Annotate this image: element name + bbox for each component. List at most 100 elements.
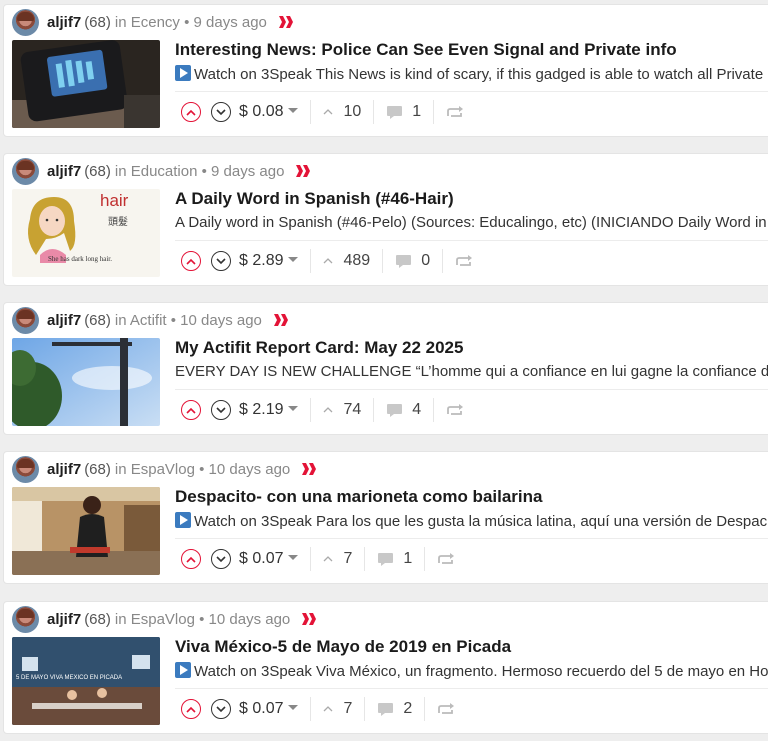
downvote-button[interactable] (211, 400, 231, 420)
reblog-icon[interactable] (437, 702, 455, 716)
comments-value: 4 (412, 401, 422, 418)
author-name[interactable]: aljif7 (47, 14, 81, 31)
post-card[interactable]: aljif7 (68) in Ecency • 9 days ago Inter… (3, 4, 768, 137)
author-reputation: (68) (84, 311, 111, 329)
community-link[interactable]: Actifit (130, 312, 167, 329)
upvote-button[interactable] (181, 549, 201, 569)
chevron-down-icon (216, 555, 226, 562)
author-name[interactable]: aljif7 (47, 312, 81, 329)
upvote-button[interactable] (181, 251, 201, 271)
avatar[interactable] (12, 455, 39, 483)
comments-value: 1 (403, 550, 413, 567)
post-summary[interactable]: Watch on 3Speak Para los que les gusta l… (175, 512, 768, 530)
author-name[interactable]: aljif7 (47, 163, 81, 180)
post-card[interactable]: aljif7 (68) in Education • 9 days ago ha… (3, 153, 768, 286)
payout-value: $ 0.07 (239, 700, 284, 717)
author-name[interactable]: aljif7 (47, 461, 81, 478)
chevron-up-icon (186, 407, 196, 414)
upvote-button[interactable] (181, 699, 201, 719)
thumb-banner: 5 DE MAYO VIVA MEXICO EN PICADA (16, 675, 123, 681)
votes-count[interactable]: 7 (323, 550, 352, 568)
votes-count[interactable]: 74 (323, 401, 361, 419)
post-title[interactable]: A Daily Word in Spanish (#46-Hair) (175, 189, 454, 209)
comments-count[interactable]: 0 (395, 252, 430, 270)
comments-count[interactable]: 4 (386, 401, 421, 419)
summary-text: EVERY DAY IS NEW CHALLENGE “L’homme qui … (175, 363, 768, 380)
comments-count[interactable]: 2 (377, 700, 412, 718)
post-thumbnail[interactable] (12, 487, 160, 575)
reblog-icon[interactable] (437, 552, 455, 566)
votes-count[interactable]: 10 (323, 103, 361, 121)
hive-icon (278, 16, 293, 28)
payout-dropdown[interactable]: $ 0.08 (239, 103, 299, 121)
payout-value: $ 2.19 (239, 401, 284, 418)
post-thumbnail[interactable]: 5 DE MAYO VIVA MEXICO EN PICADA (12, 637, 160, 725)
downvote-button[interactable] (211, 699, 231, 719)
post-thumbnail[interactable] (12, 338, 160, 426)
play-icon (175, 662, 191, 678)
comment-icon (396, 254, 412, 268)
votes-count[interactable]: 7 (323, 700, 352, 718)
payout-dropdown[interactable]: $ 0.07 (239, 550, 299, 568)
payout-dropdown[interactable]: $ 2.19 (239, 401, 299, 419)
post-card[interactable]: aljif7 (68) in EspaVlog • 10 days ago 5 … (3, 601, 768, 734)
author-name[interactable]: aljif7 (47, 611, 81, 628)
post-age: 10 days ago (208, 610, 291, 628)
chevron-up-icon (186, 258, 196, 265)
post-title[interactable]: My Actifit Report Card: May 22 2025 (175, 338, 463, 358)
reblog-icon[interactable] (455, 254, 473, 268)
post-thumbnail[interactable]: hair 頭髮 She has dark long hair. (12, 189, 160, 277)
post-meta: in EspaVlog • 10 days ago (114, 610, 291, 628)
post-actions: $ 2.89 489 0 (175, 240, 768, 281)
payout-dropdown[interactable]: $ 0.07 (239, 700, 299, 718)
downvote-button[interactable] (211, 251, 231, 271)
reblog-icon[interactable] (446, 105, 464, 119)
post-actions: $ 0.08 10 1 (175, 91, 768, 132)
comments-value: 2 (403, 700, 413, 717)
payout-value: $ 0.07 (239, 550, 284, 567)
votes-icon (324, 109, 333, 115)
comments-count[interactable]: 1 (386, 103, 421, 121)
community-link[interactable]: EspaVlog (131, 611, 195, 628)
post-card[interactable]: aljif7 (68) in Actifit • 10 days ago My … (3, 302, 768, 435)
post-title[interactable]: Interesting News: Police Can See Even Si… (175, 40, 677, 60)
reblog-icon[interactable] (446, 403, 464, 417)
downvote-button[interactable] (211, 549, 231, 569)
comments-count[interactable]: 1 (377, 550, 412, 568)
avatar[interactable] (12, 605, 39, 633)
comments-value: 1 (412, 103, 422, 120)
downvote-button[interactable] (211, 102, 231, 122)
post-summary[interactable]: A Daily word in Spanish (#46-Pelo) (Sour… (175, 214, 768, 231)
payout-value: $ 0.08 (239, 103, 284, 120)
upvote-button[interactable] (181, 400, 201, 420)
post-title[interactable]: Despacito- con una marioneta como bailar… (175, 487, 542, 507)
payout-dropdown[interactable]: $ 2.89 (239, 252, 299, 270)
post-age: 10 days ago (180, 311, 262, 329)
summary-text: Watch on 3Speak Viva México, un fragment… (194, 663, 768, 680)
votes-count[interactable]: 489 (323, 252, 370, 270)
post-title[interactable]: Viva México-5 de Mayo de 2019 en Picada (175, 637, 511, 657)
post-feed: aljif7 (68) in Ecency • 9 days ago Inter… (0, 0, 768, 741)
upvote-button[interactable] (181, 102, 201, 122)
thumb-word: hair (100, 191, 129, 210)
avatar[interactable] (12, 306, 39, 334)
community-link[interactable]: Ecency (131, 14, 180, 31)
post-header: aljif7 (68) in Education • 9 days ago (12, 157, 312, 185)
caret-down-icon (288, 108, 299, 113)
votes-value: 489 (343, 252, 371, 269)
summary-text: Watch on 3Speak This News is kind of sca… (194, 66, 764, 83)
avatar[interactable] (12, 157, 39, 185)
chevron-down-icon (216, 705, 226, 712)
community-link[interactable]: EspaVlog (131, 461, 195, 478)
post-summary[interactable]: EVERY DAY IS NEW CHALLENGE “L’homme qui … (175, 363, 768, 380)
comment-icon (378, 552, 394, 566)
votes-value: 10 (343, 103, 362, 120)
post-summary[interactable]: Watch on 3Speak This News is kind of sca… (175, 65, 763, 83)
caret-down-icon (288, 406, 299, 411)
community-link[interactable]: Education (131, 163, 198, 180)
avatar[interactable] (12, 8, 39, 36)
post-summary[interactable]: Watch on 3Speak Viva México, un fragment… (175, 662, 768, 680)
post-thumbnail[interactable] (12, 40, 160, 128)
post-card[interactable]: aljif7 (68) in EspaVlog • 10 days ago De… (3, 451, 768, 584)
summary-text: Watch on 3Speak Para los que les gusta l… (194, 513, 768, 530)
